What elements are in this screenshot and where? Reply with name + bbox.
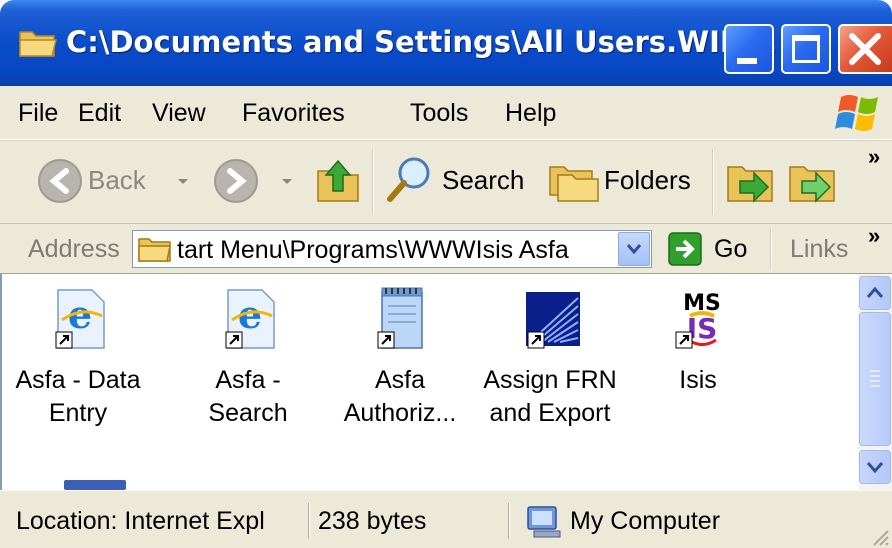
- toolbar-separator: [712, 149, 714, 215]
- address-dropdown-button[interactable]: [618, 232, 650, 266]
- chevron-down-icon: [626, 244, 642, 255]
- my-computer-icon: [527, 506, 561, 538]
- ms-isis-shortcut-icon: MS IS: [675, 291, 721, 349]
- search-label: Search: [442, 165, 525, 195]
- status-bar: Location: Internet Expl 238 bytes My Com…: [0, 490, 892, 548]
- item-label: Asfa - Data Entry: [15, 366, 141, 427]
- folders-button[interactable]: Folders: [548, 155, 708, 205]
- menu-help[interactable]: Help: [505, 98, 556, 128]
- menu-file[interactable]: File: [18, 98, 58, 128]
- menu-view[interactable]: View: [152, 98, 206, 128]
- item-label: Asfa - Search: [208, 366, 288, 427]
- go-arrow-icon: [668, 232, 702, 266]
- menu-favorites[interactable]: Favorites: [242, 98, 345, 128]
- scroll-down-button[interactable]: [859, 450, 891, 484]
- address-value: tart Menu\Programs\WWWIsis Asfa: [177, 236, 569, 264]
- folder-icon: [19, 31, 57, 57]
- status-zone: My Computer: [570, 507, 721, 535]
- folder-icon: [138, 238, 171, 262]
- item-label: Isis: [679, 366, 717, 394]
- copy-to-icon[interactable]: [788, 159, 838, 205]
- scroll-thumb[interactable]: [859, 312, 891, 446]
- minimize-button[interactable]: [724, 24, 774, 74]
- resize-grip-icon[interactable]: [870, 527, 890, 547]
- forward-button[interactable]: [212, 157, 260, 205]
- menu-tools[interactable]: Tools: [410, 98, 468, 128]
- back-arrow-icon: [38, 159, 82, 203]
- window-title: C:\Documents and Settings\All Users.WIN.…: [66, 25, 778, 59]
- toolbar-chevron[interactable]: »: [868, 141, 880, 173]
- windows-logo-icon: [835, 95, 878, 131]
- menu-edit[interactable]: Edit: [78, 98, 121, 128]
- address-separator: [770, 228, 772, 270]
- status-size: 238 bytes: [318, 507, 427, 535]
- status-separator: [508, 503, 510, 539]
- folders-label: Folders: [604, 165, 691, 195]
- maximize-icon: [792, 35, 820, 63]
- folders-icon: [549, 166, 599, 202]
- chevron-down-icon: [866, 462, 884, 474]
- scroll-up-button[interactable]: [859, 276, 891, 310]
- address-label: Address: [28, 235, 120, 263]
- move-to-icon[interactable]: [726, 159, 776, 205]
- back-label: Back: [88, 165, 146, 195]
- explorer-window: C:\Documents and Settings\All Users.WIN.…: [0, 0, 892, 548]
- links-label[interactable]: Links: [790, 233, 848, 265]
- maximize-button[interactable]: [781, 24, 831, 74]
- chevron-up-icon: [866, 286, 884, 298]
- close-icon: [849, 33, 881, 65]
- grip-icon: [870, 370, 880, 387]
- address-bar: Address tart Menu\Programs\WWWIsis Asfa …: [0, 223, 892, 274]
- search-icon: [387, 157, 430, 202]
- address-field[interactable]: tart Menu\Programs\WWWIsis Asfa: [132, 230, 652, 268]
- go-label: Go: [714, 235, 748, 263]
- title-bar[interactable]: C:\Documents and Settings\All Users.WIN.…: [0, 0, 892, 86]
- up-folder-button[interactable]: [314, 157, 362, 205]
- ie-shortcut-icon: e: [55, 289, 105, 349]
- ie-shortcut-icon: e: [225, 289, 275, 349]
- file-view: e Asfa - Data Entry e Asfa - Search Asfa…: [0, 274, 858, 490]
- menu-bar: File Edit View Favorites Tools Help: [0, 86, 892, 140]
- back-dropdown-icon[interactable]: [176, 177, 190, 187]
- search-button[interactable]: Search: [384, 155, 534, 205]
- go-button[interactable]: Go: [666, 230, 762, 268]
- status-separator: [308, 503, 310, 539]
- item-label: Assign FRN and Export: [483, 366, 617, 427]
- app-shortcut-icon: [526, 292, 580, 349]
- item-label: Asfa Authoriz...: [343, 366, 457, 427]
- partial-item-icon[interactable]: [64, 480, 126, 490]
- notepad-shortcut-icon: [377, 287, 423, 349]
- minimize-icon: [737, 58, 757, 64]
- back-button[interactable]: Back: [30, 155, 180, 205]
- status-location: Location: Internet Expl: [16, 507, 265, 535]
- forward-dropdown-icon[interactable]: [280, 177, 294, 187]
- close-button[interactable]: [838, 24, 892, 74]
- vertical-scrollbar[interactable]: [858, 274, 892, 490]
- standard-toolbar: Back Search Folders »: [0, 140, 892, 224]
- links-chevron[interactable]: »: [868, 220, 880, 252]
- toolbar-separator: [372, 149, 374, 215]
